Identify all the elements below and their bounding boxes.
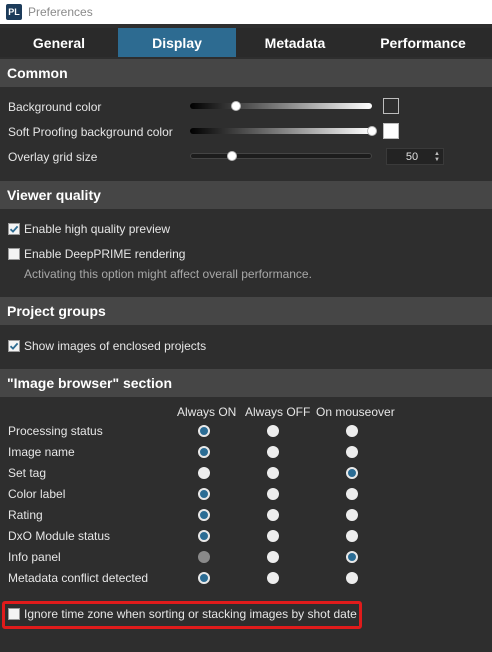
radio-processing-status-always-on[interactable] [198,425,210,437]
radio-set-tag-always-on[interactable] [198,467,210,479]
deepprime-hint: Activating this option might affect over… [24,267,312,281]
radio-dxo-module-status-always-off[interactable] [267,530,279,542]
background-color-slider[interactable] [190,103,372,109]
soft-proofing-swatch[interactable] [383,123,399,139]
spin-arrows-icon[interactable]: ▲ ▼ [431,151,443,163]
radio-rating-on-mouseover[interactable] [346,509,358,521]
radio-info-panel-always-off[interactable] [267,551,279,563]
radio-metadata-conflict-detected-on-mouseover[interactable] [346,572,358,584]
overlay-grid-slider-thumb[interactable] [226,151,237,161]
column-always-on: Always ON [177,405,237,419]
radio-image-name-always-off[interactable] [267,446,279,458]
tab-display[interactable]: Display [118,28,236,57]
overlay-grid-value[interactable]: 50 [387,151,431,163]
deepprime-checkbox[interactable] [8,248,20,260]
overlay-grid-spinbox[interactable]: 50 ▲ ▼ [386,148,444,165]
radio-dxo-module-status-on-mouseover[interactable] [346,530,358,542]
row-label-info-panel: Info panel [8,550,61,564]
radio-set-tag-always-off[interactable] [267,467,279,479]
show-enclosed-label: Show images of enclosed projects [24,339,207,353]
row-label-color-label: Color label [8,487,66,501]
radio-processing-status-always-off[interactable] [267,425,279,437]
deepprime-option[interactable]: Enable DeepPRIME rendering [8,247,185,261]
row-label-rating: Rating [8,508,43,522]
section-header-image-browser: "Image browser" section [0,369,492,397]
radio-image-name-on-mouseover[interactable] [346,446,358,458]
show-enclosed-checkbox[interactable] [8,340,20,352]
row-label-dxo-module-status: DxO Module status [8,529,111,543]
high-quality-preview-option[interactable]: Enable high quality preview [8,222,170,236]
column-on-mouseover: On mouseover [316,405,395,419]
column-always-off: Always OFF [245,405,311,419]
tab-performance[interactable]: Performance [354,28,492,57]
show-enclosed-option[interactable]: Show images of enclosed projects [8,339,206,353]
background-color-label: Background color [8,100,102,114]
section-header-common: Common [0,59,492,87]
radio-info-panel-on-mouseover[interactable] [346,551,358,563]
radio-processing-status-on-mouseover[interactable] [346,425,358,437]
tab-bar: General Display Metadata Performance [0,28,492,57]
high-quality-preview-checkbox[interactable] [8,223,20,235]
soft-proofing-slider[interactable] [190,128,372,134]
radio-metadata-conflict-detected-always-off[interactable] [267,572,279,584]
tab-general[interactable]: General [0,28,118,57]
row-label-processing-status: Processing status [8,424,103,438]
app-logo: PL [6,4,22,20]
radio-rating-always-on[interactable] [198,509,210,521]
row-label-metadata-conflict-detected: Metadata conflict detected [8,571,149,585]
soft-proofing-slider-thumb[interactable] [367,126,377,136]
high-quality-preview-label: Enable high quality preview [24,222,171,236]
radio-metadata-conflict-detected-always-on[interactable] [198,572,210,584]
row-label-set-tag: Set tag [8,466,47,480]
radio-color-label-on-mouseover[interactable] [346,488,358,500]
section-header-project-groups: Project groups [0,297,492,325]
soft-proofing-label: Soft Proofing background color [8,125,173,139]
window-title: Preferences [28,5,93,19]
deepprime-label: Enable DeepPRIME rendering [24,247,186,261]
overlay-grid-slider[interactable] [190,153,372,159]
radio-dxo-module-status-always-on[interactable] [198,530,210,542]
background-color-swatch[interactable] [383,98,399,114]
radio-rating-always-off[interactable] [267,509,279,521]
radio-set-tag-on-mouseover[interactable] [346,467,358,479]
tab-metadata[interactable]: Metadata [236,28,354,57]
highlight-annotation-box [2,601,362,629]
radio-image-name-always-on[interactable] [198,446,210,458]
section-header-viewer-quality: Viewer quality [0,181,492,209]
radio-color-label-always-on[interactable] [198,488,210,500]
title-bar: PL Preferences [0,0,492,24]
radio-info-panel-always-on[interactable] [198,551,210,563]
background-color-slider-thumb[interactable] [230,101,241,111]
radio-color-label-always-off[interactable] [267,488,279,500]
row-label-image-name: Image name [8,445,75,459]
overlay-grid-label: Overlay grid size [8,150,98,164]
